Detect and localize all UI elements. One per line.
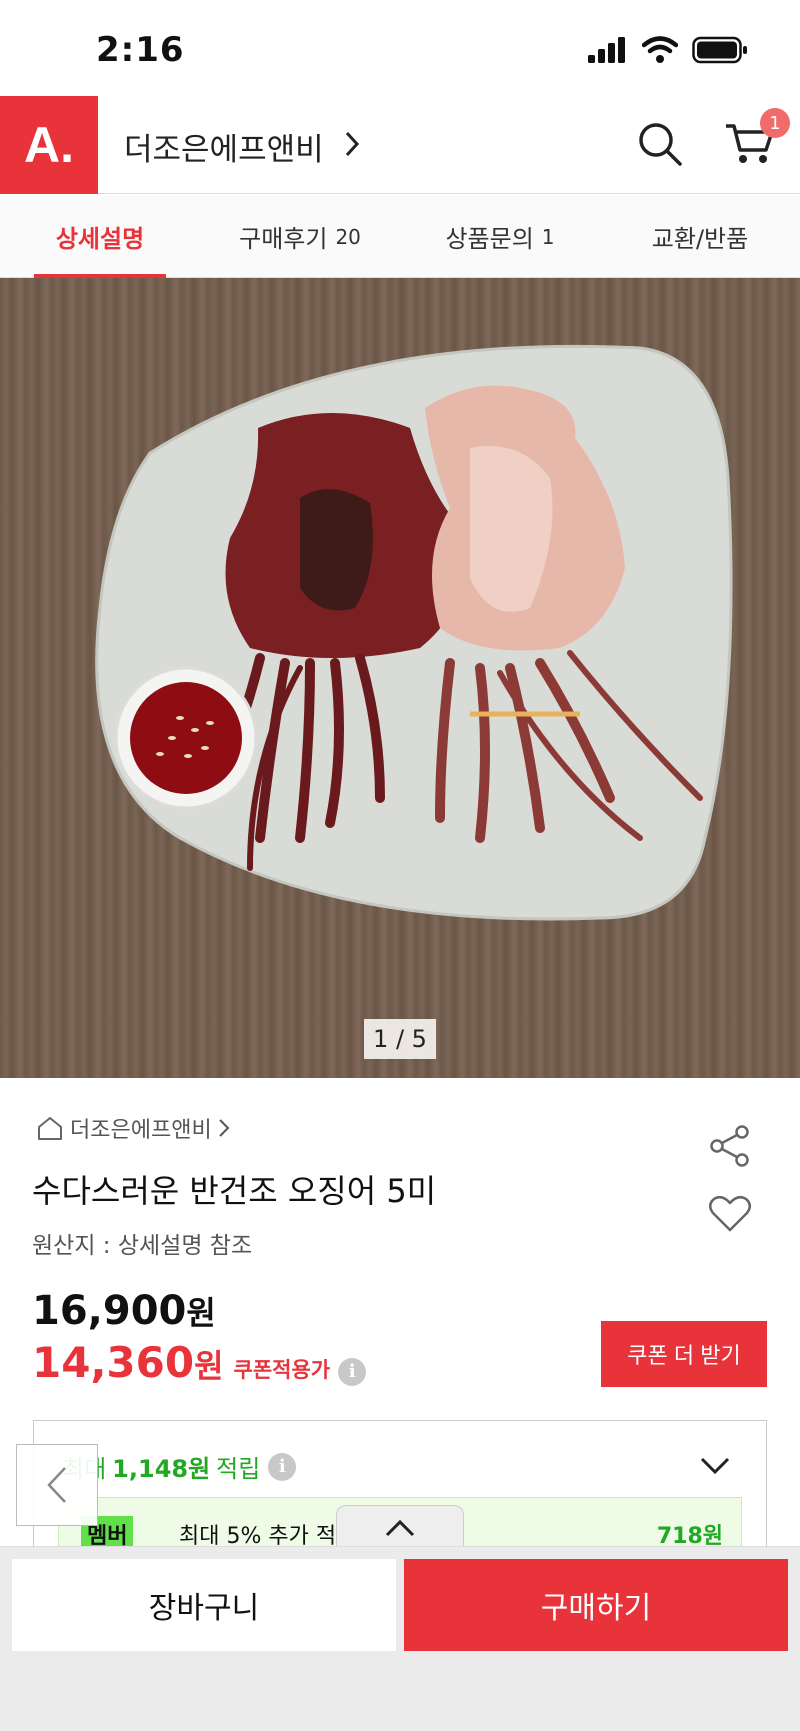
- chevron-right-icon: [218, 1119, 230, 1137]
- tab-count: 20: [335, 224, 361, 249]
- info-icon[interactable]: i: [268, 1452, 297, 1481]
- chevron-up-icon: [385, 1519, 415, 1536]
- tab-label: 구매후기: [239, 225, 328, 253]
- tab-count: 1: [541, 224, 555, 249]
- home-icon: [38, 1117, 62, 1140]
- share-icon[interactable]: [708, 1124, 752, 1168]
- tab-label: 상품문의: [445, 225, 534, 253]
- tab-returns[interactable]: 교환/반품: [600, 196, 800, 277]
- chevron-down-icon[interactable]: [700, 1457, 730, 1475]
- product-photo: [95, 344, 733, 921]
- status-time: 2:16: [96, 30, 185, 70]
- tab-reviews[interactable]: 구매후기 20: [200, 196, 400, 277]
- product-tabs: 상세설명 구매후기 20 상품문의 1 교환/반품: [0, 196, 800, 278]
- brand-name: 더조은에프앤비: [70, 1118, 212, 1143]
- brand-link[interactable]: 더조은에프앤비: [36, 1112, 230, 1144]
- original-price-value: 16,900: [32, 1288, 187, 1334]
- tab-details[interactable]: 상세설명: [0, 196, 200, 278]
- add-to-cart-button[interactable]: 장바구니: [12, 1559, 396, 1651]
- search-icon[interactable]: [636, 120, 684, 168]
- image-pager: 1 / 5: [364, 1019, 436, 1059]
- product-title: 수다스러운 반건조 오징어 5미: [32, 1172, 437, 1210]
- product-image-carousel[interactable]: [0, 278, 800, 1078]
- shop-name-link[interactable]: 더조은에프앤비: [124, 124, 324, 169]
- get-more-coupons-button[interactable]: 쿠폰 더 받기: [601, 1321, 767, 1387]
- original-price: 16,900원: [32, 1288, 216, 1334]
- buy-now-button[interactable]: 구매하기: [404, 1559, 788, 1651]
- expand-drawer-button[interactable]: [336, 1505, 464, 1549]
- cart-count-badge: 1: [760, 108, 790, 138]
- shop-header: A. 더조은에프앤비 1: [0, 96, 800, 194]
- chevron-right-icon: [345, 131, 360, 157]
- sale-price-value: 14,360: [32, 1338, 195, 1387]
- heart-icon[interactable]: [708, 1194, 752, 1234]
- tab-inquiries[interactable]: 상품문의 1: [400, 196, 600, 277]
- signal-icon: [588, 37, 625, 63]
- tab-label: 교환/반품: [651, 225, 749, 253]
- coupon-price-label: 쿠폰적용가: [233, 1358, 331, 1382]
- chevron-left-icon: [47, 1467, 66, 1503]
- status-bar: 2:16: [0, 0, 800, 96]
- product-origin: 원산지 : 상세설명 참조: [32, 1233, 253, 1259]
- status-icons: [588, 36, 748, 64]
- points-suffix: 적립: [216, 1455, 261, 1483]
- back-button[interactable]: [16, 1444, 98, 1526]
- points-amount: 1,148원: [112, 1455, 211, 1483]
- store-logo[interactable]: A.: [0, 96, 98, 194]
- bottom-action-bar: 장바구니 구매하기: [0, 1546, 800, 1731]
- tab-label: 상세설명: [55, 225, 145, 253]
- battery-icon: [692, 36, 747, 64]
- currency-unit: 원: [186, 1294, 216, 1332]
- wifi-icon: [642, 36, 678, 63]
- sale-price: 14,360 원 쿠폰적용가 i: [32, 1338, 367, 1387]
- currency-unit: 원: [194, 1347, 224, 1385]
- info-icon[interactable]: i: [338, 1357, 367, 1386]
